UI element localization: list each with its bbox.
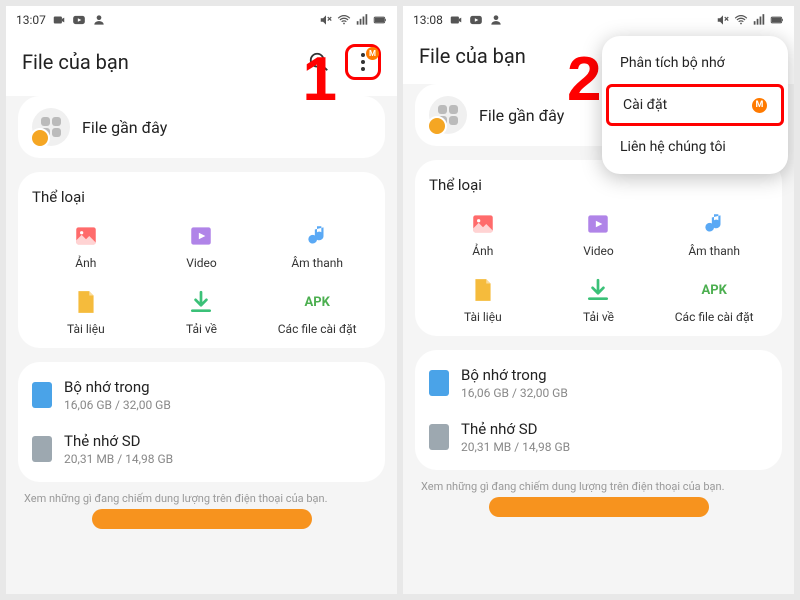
analyze-button[interactable] [92,509,312,529]
category-images[interactable]: Ảnh [32,222,140,270]
sd-card-icon [429,424,449,450]
status-time: 13:07 [16,13,46,27]
category-documents[interactable]: Tài liệu [429,276,537,324]
apk-icon: APK [303,288,331,316]
document-icon [72,288,100,316]
analyze-button[interactable] [489,497,709,517]
download-icon [584,276,612,304]
signal-icon [752,13,766,27]
more-badge: M [366,47,379,60]
sd-card-icon [32,436,52,462]
page-title: File của bạn [419,44,526,68]
step-indicator-2: 2 [567,44,601,115]
download-icon [187,288,215,316]
status-bar: 13:07 [6,6,397,34]
internal-sub: 16,06 GB / 32,00 GB [64,398,171,412]
storage-internal[interactable]: Bộ nhớ trong 16,06 GB / 32,00 GB [32,378,371,412]
menu-settings[interactable]: Cài đặt M [606,84,784,126]
menu-contact[interactable]: Liên hệ chúng tôi [602,126,788,168]
categories-grid: Ảnh Video Âm thanh Tài liệu Tải về APK C… [429,210,768,324]
internal-title: Bộ nhớ trong [64,378,171,396]
phone-right: 2 13:08 File của bạn Phân tích bộ nhớ Cà… [403,6,794,594]
audio-icon [700,210,728,238]
internal-title: Bộ nhớ trong [461,366,568,384]
sd-title: Thẻ nhớ SD [64,432,173,450]
overflow-menu: Phân tích bộ nhớ Cài đặt M Liên hệ chúng… [602,36,788,174]
status-time: 13:08 [413,13,443,27]
category-video[interactable]: Video [545,210,653,258]
footer-text: Xem những gì đang chiếm dung lượng trên … [6,492,397,509]
category-downloads[interactable]: Tải về [545,276,653,324]
storage-sd[interactable]: Thẻ nhớ SD 20,31 MB / 14,98 GB [32,432,371,466]
video-icon [584,210,612,238]
storage-sd[interactable]: Thẻ nhớ SD 20,31 MB / 14,98 GB [429,420,768,454]
more-button[interactable]: M [351,50,375,74]
camera-icon [52,13,66,27]
recent-label: File gần đây [479,106,564,125]
wifi-icon [337,13,351,27]
mute-icon [319,13,333,27]
categories-card: Thể loại Ảnh Video Âm thanh Tài liệu Tải… [415,160,782,336]
wifi-icon [734,13,748,27]
sd-sub: 20,31 MB / 14,98 GB [461,440,570,454]
recent-icon [32,108,70,146]
video-icon [187,222,215,250]
sd-sub: 20,31 MB / 14,98 GB [64,452,173,466]
youtube-icon [469,13,483,27]
sd-title: Thẻ nhớ SD [461,420,570,438]
category-apk[interactable]: APK Các file cài đặt [263,288,371,336]
page-title: File của bạn [22,50,129,74]
battery-icon [373,13,387,27]
category-apk[interactable]: APK Các file cài đặt [660,276,768,324]
status-right [716,13,784,27]
audio-icon [303,222,331,250]
apk-icon: APK [700,276,728,304]
mute-icon [716,13,730,27]
menu-analyze[interactable]: Phân tích bộ nhớ [602,42,788,84]
youtube-icon [72,13,86,27]
storage-card: Bộ nhớ trong 16,06 GB / 32,00 GB Thẻ nhớ… [415,350,782,470]
battery-icon [770,13,784,27]
category-documents[interactable]: Tài liệu [32,288,140,336]
category-images[interactable]: Ảnh [429,210,537,258]
categories-title: Thể loại [32,188,371,206]
recent-icon [429,96,467,134]
category-audio[interactable]: Âm thanh [660,210,768,258]
status-left: 13:07 [16,13,106,27]
category-audio[interactable]: Âm thanh [263,222,371,270]
internal-storage-icon [32,382,52,408]
document-icon [469,276,497,304]
status-left: 13:08 [413,13,503,27]
person-icon [489,13,503,27]
storage-card: Bộ nhớ trong 16,06 GB / 32,00 GB Thẻ nhớ… [18,362,385,482]
categories-grid: Ảnh Video Âm thanh Tài liệu Tải về APK C… [32,222,371,336]
step-indicator-1: 1 [303,44,337,115]
category-downloads[interactable]: Tải về [148,288,256,336]
phone-left: 1 13:07 File của bạn M [6,6,397,594]
header: File của bạn M [6,34,397,96]
footer-text: Xem những gì đang chiếm dung lượng trên … [403,480,794,497]
status-bar: 13:08 [403,6,794,34]
category-video[interactable]: Video [148,222,256,270]
settings-badge: M [752,98,767,113]
image-icon [72,222,100,250]
more-icon [361,53,365,71]
categories-card: Thể loại Ảnh Video Âm thanh Tài liệu Tải… [18,172,385,348]
signal-icon [355,13,369,27]
image-icon [469,210,497,238]
highlight-more: M [345,44,381,80]
camera-icon [449,13,463,27]
internal-storage-icon [429,370,449,396]
storage-internal[interactable]: Bộ nhớ trong 16,06 GB / 32,00 GB [429,366,768,400]
categories-title: Thể loại [429,176,768,194]
recent-label: File gần đây [82,118,167,137]
internal-sub: 16,06 GB / 32,00 GB [461,386,568,400]
person-icon [92,13,106,27]
status-right [319,13,387,27]
